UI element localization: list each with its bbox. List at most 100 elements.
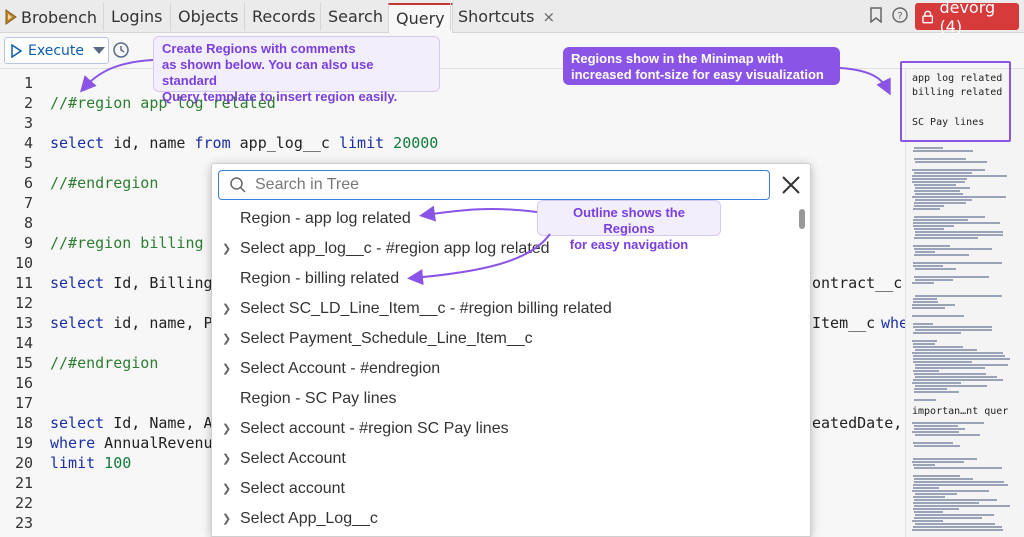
- minimap-line: [914, 467, 1002, 469]
- execute-label: Execute: [28, 42, 84, 59]
- brobench-logo-icon: [5, 9, 17, 25]
- minimap-line: [912, 382, 961, 384]
- chevron-right-icon[interactable]: ❯: [222, 414, 232, 444]
- minimap-line: [915, 268, 956, 270]
- minimap-line: [912, 422, 984, 424]
- minimap-line: [914, 147, 943, 149]
- tree-item[interactable]: ❯ Select App_Log__c: [212, 504, 797, 534]
- minimap-line: [912, 520, 943, 522]
- close-icon[interactable]: [778, 172, 804, 198]
- code-token: select: [50, 274, 105, 292]
- minimap-line: [914, 499, 997, 501]
- code-token: id, name: [104, 134, 195, 152]
- minimap-line: [912, 315, 964, 317]
- minimap-line: [913, 225, 954, 227]
- minimap-line: [914, 190, 960, 192]
- tree-item[interactable]: ❯ Select Account - #endregion: [212, 354, 797, 384]
- code-token: select: [50, 414, 105, 432]
- callout-text: for easy navigation: [569, 237, 689, 252]
- tree-item-label: Select account: [240, 480, 345, 497]
- minimap-line: [913, 219, 968, 221]
- tree-item[interactable]: Region - billing related: [212, 264, 797, 294]
- minimap-line: [913, 487, 939, 489]
- minimap-line: [914, 228, 944, 230]
- line-number: 11: [14, 274, 33, 292]
- lock-icon: [922, 10, 934, 23]
- minimap-line: [915, 199, 972, 201]
- line-number: 7: [23, 194, 33, 212]
- chevron-right-icon[interactable]: ❯: [222, 474, 232, 504]
- outline-scrollbar[interactable]: [799, 206, 806, 536]
- execute-button[interactable]: Execute: [4, 37, 109, 64]
- callout-text: Create Regions with comments: [162, 41, 356, 56]
- code-line[interactable]: 2//#region app log related: [0, 93, 905, 113]
- code-text: ontract__c,: [812, 274, 905, 292]
- minimap-line: [912, 461, 964, 463]
- code-token: select: [50, 314, 105, 332]
- tree-item[interactable]: ❯ Select Account: [212, 444, 797, 474]
- minimap-line: [914, 511, 943, 513]
- chevron-right-icon[interactable]: ❯: [222, 324, 232, 354]
- chevron-right-icon[interactable]: ❯: [222, 444, 232, 474]
- tab-label: Query: [396, 9, 445, 28]
- app-brand: Brobench: [4, 6, 97, 28]
- org-selector-button[interactable]: devorg (4): [915, 0, 1019, 36]
- code-text: whe: [881, 314, 905, 332]
- code-token: //#endregion: [50, 354, 159, 372]
- help-icon[interactable]: ?: [891, 7, 909, 25]
- code-text: select Id, Billing: [50, 273, 213, 293]
- minimap-line: [914, 391, 959, 393]
- tree-item[interactable]: ❯ Select account - #region SC Pay lines: [212, 414, 797, 444]
- outline-callout: Outline shows the Regions for easy navig…: [537, 200, 721, 252]
- code-text: where AnnualRevenu: [50, 433, 213, 453]
- code-text: //#endregion: [50, 173, 158, 193]
- minimap-line: [914, 445, 960, 447]
- search-field[interactable]: [218, 170, 770, 200]
- tree-item[interactable]: ❯ Select Payment_Schedule_Line_Item__c: [212, 324, 797, 354]
- minimap-line: [913, 343, 935, 345]
- minimap-line: [913, 358, 1010, 360]
- chevron-right-icon[interactable]: ❯: [222, 354, 232, 384]
- chevron-down-icon[interactable]: [93, 47, 105, 54]
- minimap-line: [914, 205, 944, 207]
- chevron-right-icon[interactable]: ❯: [222, 234, 232, 264]
- tab-shortcuts[interactable]: Shortcuts ×: [450, 3, 562, 31]
- minimap-callout: Regions show in the Minimap with increas…: [563, 47, 840, 85]
- line-number: 12: [14, 294, 33, 312]
- tab-search[interactable]: Search: [320, 3, 390, 31]
- minimap-line: [915, 295, 1002, 297]
- code-line[interactable]: 4 select id, name from app_log__c limit 2…: [0, 133, 905, 153]
- history-icon[interactable]: [112, 41, 132, 61]
- minimap-line: [913, 222, 1000, 224]
- tab-logins[interactable]: Logins: [103, 3, 170, 31]
- line-number: 1: [23, 74, 33, 92]
- close-tab-icon[interactable]: ×: [542, 8, 555, 26]
- chevron-right-icon[interactable]: ❯: [222, 294, 232, 324]
- tab-records[interactable]: Records: [244, 3, 323, 31]
- minimap-line: [915, 193, 963, 195]
- minimap-line: [913, 361, 972, 363]
- tree-item[interactable]: ❯ Select account: [212, 474, 797, 504]
- code-line[interactable]: 3: [0, 113, 905, 133]
- minimap-line: [913, 379, 1003, 381]
- minimap-line: [914, 428, 965, 430]
- minimap-line: [913, 458, 977, 460]
- code-token: Id, Name, A: [104, 414, 213, 432]
- minimap-line: [912, 196, 1006, 198]
- minimap-line: [914, 158, 966, 160]
- minimap-line: [912, 304, 955, 306]
- tree-item[interactable]: ❯ Select SC_LD_Line_Item__c - #region bil…: [212, 294, 797, 324]
- scrollbar-thumb[interactable]: [799, 209, 805, 229]
- line-number: 18: [14, 414, 33, 432]
- minimap-line: [914, 184, 956, 186]
- search-input[interactable]: [255, 176, 755, 194]
- tree-item[interactable]: Region - SC Pay lines: [212, 384, 797, 414]
- minimap-line: [915, 187, 970, 189]
- tab-query[interactable]: Query: [388, 3, 453, 33]
- minimap-line: [915, 523, 995, 525]
- chevron-right-icon[interactable]: ❯: [222, 504, 232, 534]
- tab-objects[interactable]: Objects: [170, 3, 245, 31]
- line-number: 6: [23, 174, 33, 192]
- code-token: limit: [339, 134, 385, 152]
- bookmark-icon[interactable]: [867, 7, 885, 25]
